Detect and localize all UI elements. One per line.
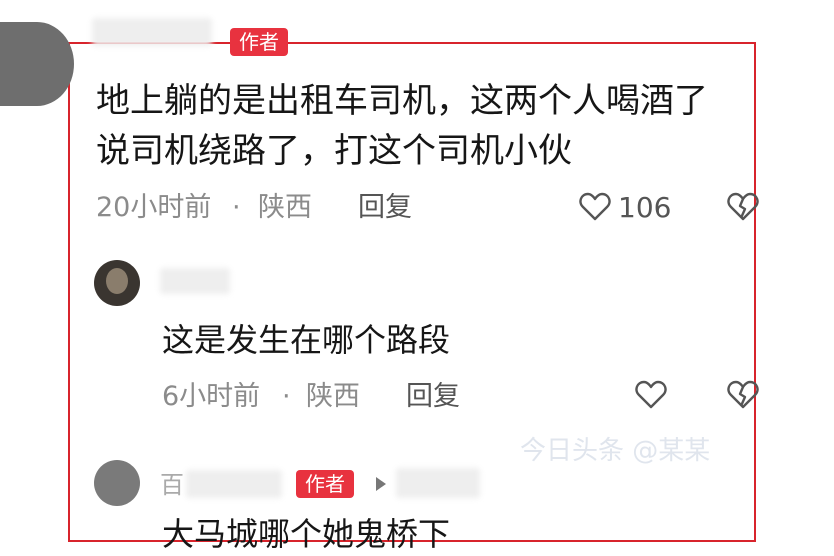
reply-text: 这是发生在哪个路段 [162,321,451,359]
comment-time: 20小时前 [96,192,212,223]
author-name-partial[interactable]: 百 [160,470,184,500]
reply-text-partial: 大马城哪个她鬼桥下 [162,515,451,553]
watermark: 今日头条 @某某 [520,436,711,466]
comment-location: 陕西 [258,192,312,223]
reply-time: 6小时前 [162,381,261,412]
reply-to-name-blurred[interactable] [396,468,480,498]
author-tag: 作者 [296,470,354,498]
author-tag: 作者 [230,28,288,56]
heart-icon[interactable] [578,190,612,224]
avatar[interactable] [94,460,140,506]
meta-separator: · [232,192,241,223]
reply-button[interactable]: 回复 [358,191,412,225]
like-count: 106 [618,191,672,224]
comment-text-line2: 说司机绕路了，打这个司机小伙 [96,131,572,171]
author-name-blurred[interactable] [186,470,282,498]
heart-icon[interactable] [634,378,668,412]
author-name-blurred[interactable] [160,268,230,294]
broken-heart-icon[interactable] [726,378,760,412]
reply-button[interactable]: 回复 [406,380,460,414]
avatar[interactable] [0,22,74,106]
reply-location: 陕西 [306,381,360,412]
author-name-blurred[interactable] [92,18,212,46]
comment-text-line1: 地上躺的是出租车司机，这两个人喝酒了 [96,81,708,121]
broken-heart-icon[interactable] [726,190,760,224]
reply-arrow-icon [374,476,388,492]
avatar[interactable] [94,260,140,306]
meta-separator: · [282,381,291,412]
